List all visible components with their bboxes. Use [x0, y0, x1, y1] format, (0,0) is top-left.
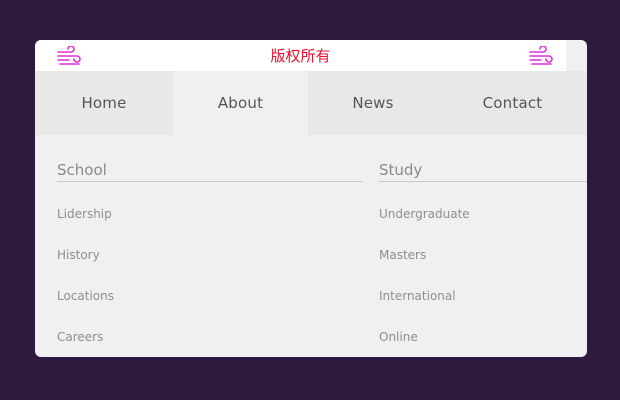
link-list: Lidership History Locations Careers: [57, 194, 363, 357]
menu-link-international[interactable]: International: [379, 276, 587, 317]
menu-link-history[interactable]: History: [57, 235, 363, 276]
column-title: School: [57, 150, 363, 182]
nav-news[interactable]: News: [308, 71, 438, 135]
menu-link-lidership[interactable]: Lidership: [57, 194, 363, 235]
menu-column-school: School Lidership History Locations Caree…: [57, 150, 363, 357]
copyright-banner: 版权所有: [35, 40, 566, 71]
menu-link-masters[interactable]: Masters: [379, 235, 587, 276]
column-title: Study: [379, 150, 587, 182]
main-nav: Home About News Contact: [35, 71, 587, 135]
menu-link-locations[interactable]: Locations: [57, 276, 363, 317]
wind-icon: [529, 46, 553, 65]
menu-link-careers[interactable]: Careers: [57, 317, 363, 357]
copyright-text: 版权所有: [270, 47, 331, 65]
nav-contact[interactable]: Contact: [438, 71, 587, 135]
menu-link-undergraduate[interactable]: Undergraduate: [379, 194, 587, 235]
dropdown-card: 版权所有 Home About News Contact School Lide…: [35, 40, 587, 357]
menu-column-study: Study Undergraduate Masters Internationa…: [379, 150, 587, 357]
menu-link-online[interactable]: Online: [379, 317, 587, 357]
nav-home[interactable]: Home: [35, 71, 173, 135]
nav-about[interactable]: About: [173, 71, 308, 135]
link-list: Undergraduate Masters International Onli…: [379, 194, 587, 357]
